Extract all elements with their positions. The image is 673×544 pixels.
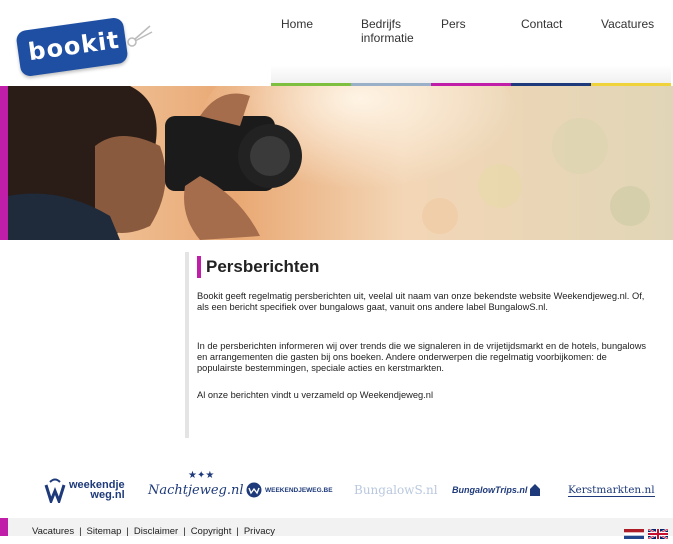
- nav-bedrijfsinformatie[interactable]: Bedrijfs informatie: [351, 0, 431, 86]
- nav-vacatures-label: Vacatures: [601, 17, 655, 31]
- weekendjeweg-be-text: WEEKENDJEWEG.BE: [265, 486, 333, 494]
- header: bookit Home Bedrijfs informatie Pers Con…: [0, 0, 673, 86]
- title-accent-bar: [197, 256, 201, 278]
- footer-link-sitemap[interactable]: Sitemap: [87, 526, 122, 537]
- bungalows-text: BungalowS.nl: [354, 483, 438, 497]
- scissors-icon: [127, 25, 153, 47]
- nav-contact-label: Contact: [521, 17, 563, 31]
- footer-link-disclaimer[interactable]: Disclaimer: [134, 526, 178, 537]
- weekendjeweg-be-icon: [246, 482, 262, 498]
- body-paragraph: In de persberichten informeren wij over …: [197, 341, 647, 373]
- weekendjeweg-w-icon: [44, 478, 66, 503]
- weekendjeweg-line2: weg.nl: [90, 489, 125, 501]
- hero-photo-image: [0, 86, 673, 240]
- closing-paragraph: Al onze berichten vindt u verzameld op W…: [197, 390, 434, 400]
- partner-nachtjeweg[interactable]: Nachtjeweg.nl ★✦★: [148, 468, 244, 512]
- footer-separator: |: [183, 526, 186, 537]
- partner-bungalows[interactable]: BungalowS.nl: [354, 468, 438, 512]
- nav-bedrijfsinformatie-label: Bedrijfs informatie: [361, 17, 414, 45]
- dutch-flag-icon: [624, 529, 644, 539]
- banner-accent-bar: [0, 86, 8, 240]
- nav-pers-label: Pers: [441, 17, 466, 31]
- page-title: Persberichten: [206, 257, 320, 276]
- bookit-logo[interactable]: bookit: [15, 16, 153, 78]
- footer-separator: |: [126, 526, 129, 537]
- main-nav: Home Bedrijfs informatie Pers Contact Va…: [271, 0, 673, 86]
- kerstmarkten-text: Kerstmarkten.nl: [568, 483, 655, 497]
- footer-link-copyright[interactable]: Copyright: [191, 526, 232, 537]
- language-flags: [624, 526, 670, 540]
- partner-weekendjeweg-be[interactable]: WEEKENDJEWEG.BE: [246, 468, 336, 512]
- partner-weekendjeweg-nl[interactable]: weekendje weg.nl: [44, 468, 130, 512]
- bungalowtrips-text: BungalowTrips.nl: [452, 485, 528, 495]
- partner-kerstmarkten[interactable]: Kerstmarkten.nl: [568, 468, 658, 512]
- partner-bungalowtrips[interactable]: BungalowTrips.nl: [452, 468, 548, 512]
- nav-pers[interactable]: Pers: [431, 0, 511, 86]
- nav-contact[interactable]: Contact: [511, 0, 591, 86]
- partner-logos: weekendje weg.nl Nachtjeweg.nl ★✦★ WEEKE…: [0, 468, 673, 512]
- nav-home-label: Home: [281, 17, 314, 31]
- uk-flag-icon: [647, 528, 669, 540]
- footer-accent-bar: [0, 518, 8, 536]
- footer-links: Vacatures | Sitemap | Disclaimer | Copyright | P…: [32, 526, 275, 537]
- intro-paragraph: Bookit geeft regelmatig persberichten ui…: [197, 291, 645, 312]
- footer-link-privacy[interactable]: Privacy: [244, 526, 275, 537]
- flag-icons: [624, 528, 669, 540]
- hero-banner: [0, 86, 673, 240]
- footer-separator: |: [79, 526, 82, 537]
- footer-link-vacatures[interactable]: Vacatures: [32, 526, 74, 537]
- content-divider: [185, 252, 189, 438]
- nav-vacatures[interactable]: Vacatures: [591, 0, 671, 86]
- footer-separator: |: [236, 526, 239, 537]
- house-icon: [530, 484, 541, 496]
- nav-home[interactable]: Home: [271, 0, 351, 86]
- nachtjeweg-text: Nachtjeweg.nl: [148, 482, 244, 498]
- stars-icon: ★✦★: [188, 470, 215, 481]
